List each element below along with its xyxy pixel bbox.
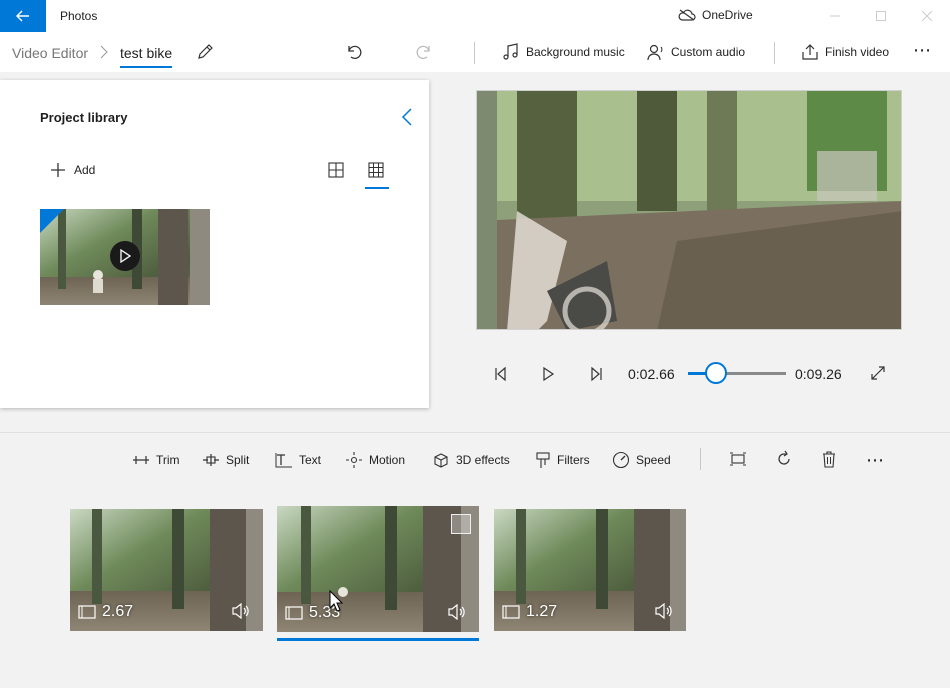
- app-title: Photos: [60, 9, 98, 23]
- clip-duration-label: 2.67: [102, 603, 134, 620]
- video-preview[interactable]: [476, 90, 902, 330]
- add-label: Add: [74, 163, 96, 177]
- breadcrumb-project-name[interactable]: test bike: [120, 45, 172, 61]
- back-button[interactable]: [0, 0, 46, 32]
- custom-audio-label: Custom audio: [671, 45, 746, 59]
- separator: [700, 448, 701, 470]
- clip-duration: 2.67: [78, 603, 133, 621]
- minimize-icon: [830, 15, 840, 17]
- background-music-label: Background music: [526, 45, 625, 59]
- separator: [474, 42, 475, 64]
- play-icon: [120, 249, 131, 263]
- trim-button[interactable]: Trim: [132, 451, 180, 469]
- chevron-right-icon: [100, 45, 108, 59]
- split-label: Split: [226, 453, 250, 467]
- 3d-effects-icon: [434, 453, 448, 468]
- motion-icon: [346, 452, 362, 468]
- maximize-icon: [876, 11, 886, 21]
- video-clip-icon: [78, 605, 96, 619]
- plus-icon: [51, 163, 65, 177]
- storyboard-clip[interactable]: 2.67: [70, 509, 263, 631]
- finish-video-label: Finish video: [825, 45, 890, 59]
- project-library-title: Project library: [40, 110, 128, 125]
- text-label: Text: [299, 453, 322, 467]
- play-icon[interactable]: [541, 366, 555, 382]
- close-icon: [922, 11, 932, 21]
- breadcrumb-underline: [120, 66, 172, 68]
- next-frame-icon[interactable]: [589, 366, 605, 382]
- speed-icon: [612, 451, 630, 469]
- rename-pencil-icon[interactable]: [196, 43, 214, 61]
- project-library-panel: Project library Add: [0, 80, 429, 408]
- selected-clip-indicator: [277, 638, 479, 641]
- clip-select-checkbox[interactable]: [451, 514, 471, 534]
- motion-label: Motion: [369, 453, 406, 467]
- filters-icon: [536, 452, 550, 468]
- video-clip-icon: [502, 605, 520, 619]
- text-button[interactable]: Text: [275, 451, 321, 469]
- music-note-icon: [503, 43, 518, 60]
- person-audio-icon: [647, 44, 663, 61]
- more-options-icon[interactable]: ⋯: [913, 40, 932, 61]
- onedrive-label: OneDrive: [702, 8, 753, 22]
- speed-button[interactable]: Speed: [612, 451, 671, 469]
- previous-frame-icon[interactable]: [492, 366, 508, 382]
- volume-icon[interactable]: [447, 604, 467, 620]
- clip-duration-label: 1.27: [526, 603, 558, 620]
- play-overlay-button[interactable]: [110, 241, 140, 271]
- filters-button[interactable]: Filters: [535, 451, 590, 469]
- volume-icon[interactable]: [231, 603, 251, 619]
- video-clip-icon: [285, 606, 303, 620]
- background-music-button[interactable]: Background music: [502, 42, 625, 62]
- export-icon: [802, 44, 818, 60]
- minimize-button[interactable]: [812, 0, 858, 32]
- preview-frame-image: [477, 91, 901, 329]
- split-icon: [203, 454, 219, 466]
- delete-trash-icon[interactable]: [821, 450, 837, 468]
- split-button[interactable]: Split: [202, 451, 249, 469]
- onedrive-status[interactable]: OneDrive: [678, 8, 753, 22]
- library-video-thumbnail[interactable]: [40, 209, 210, 305]
- filters-label: Filters: [557, 453, 590, 467]
- redo-icon[interactable]: [414, 42, 434, 62]
- fullscreen-icon[interactable]: [870, 365, 886, 381]
- volume-icon[interactable]: [654, 603, 674, 619]
- storyboard-clip-selected[interactable]: 5.33: [277, 506, 479, 632]
- total-time: 0:09.26: [795, 366, 842, 382]
- separator: [774, 42, 775, 64]
- storyboard-divider: [0, 432, 950, 433]
- small-grid-view-icon[interactable]: [368, 162, 384, 178]
- close-button[interactable]: [904, 0, 950, 32]
- crop-black-bars-icon[interactable]: [729, 450, 747, 468]
- add-media-button[interactable]: Add: [50, 162, 95, 178]
- cloud-offline-icon: [678, 9, 696, 21]
- mouse-pointer-icon: [329, 590, 343, 612]
- text-icon: [275, 453, 292, 468]
- more-storyboard-icon[interactable]: ⋯: [866, 450, 884, 470]
- rotate-icon[interactable]: [775, 450, 793, 468]
- current-time: 0:02.66: [628, 366, 675, 382]
- speed-label: Speed: [636, 453, 671, 467]
- chevron-left-icon[interactable]: [400, 107, 414, 127]
- seek-bar-thumb[interactable]: [705, 362, 728, 384]
- trim-icon: [133, 456, 149, 464]
- undo-icon[interactable]: [344, 42, 364, 62]
- storyboard-clip[interactable]: 1.27: [494, 509, 686, 631]
- clip-duration: 1.27: [502, 603, 557, 621]
- command-bar: Video Editor test bike Background music …: [0, 32, 950, 72]
- motion-button[interactable]: Motion: [345, 451, 405, 469]
- custom-audio-button[interactable]: Custom audio: [647, 42, 745, 62]
- 3d-effects-button[interactable]: 3D effects: [432, 451, 510, 469]
- selection-corner: [40, 209, 64, 233]
- back-arrow-icon: [16, 10, 29, 22]
- maximize-button[interactable]: [858, 0, 904, 32]
- finish-video-button[interactable]: Finish video: [801, 42, 889, 62]
- 3d-effects-label: 3D effects: [456, 453, 510, 467]
- view-selected-indicator: [365, 187, 389, 189]
- breadcrumb-video-editor[interactable]: Video Editor: [12, 45, 88, 61]
- title-bar: Photos OneDrive: [0, 0, 950, 32]
- trim-label: Trim: [156, 453, 180, 467]
- large-grid-view-icon[interactable]: [328, 162, 344, 178]
